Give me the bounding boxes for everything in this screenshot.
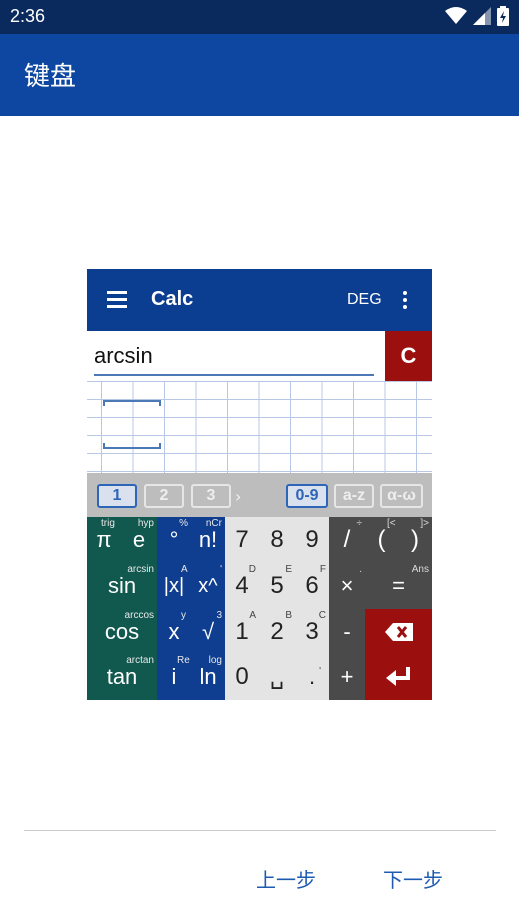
key-9[interactable]: 9 [295, 517, 329, 563]
key-7[interactable]: 7 [225, 517, 259, 563]
tab-3[interactable]: 3 [191, 484, 231, 508]
key-sqrt[interactable]: √ 3 [191, 609, 225, 654]
key-sin[interactable]: sin arcsin [87, 563, 157, 609]
key-imaginary[interactable]: i Re [157, 654, 191, 700]
enter-icon [385, 667, 410, 686]
key-2[interactable]: 2B [259, 609, 295, 654]
key-decimal[interactable]: . ' [295, 654, 329, 700]
key-3[interactable]: 3C [295, 609, 329, 654]
key-backspace[interactable] [365, 609, 432, 654]
key-e[interactable]: e hyp [121, 517, 157, 563]
key-x[interactable]: xy [157, 609, 191, 654]
tabs-arrow-icon: › [235, 487, 242, 506]
key-left-paren[interactable]: ([< [365, 517, 398, 563]
key-ln[interactable]: ln log [191, 654, 225, 700]
keypad: π trig e hyp °% n! nCr 7 8 9 /÷ ([< )]> sin… [87, 517, 432, 700]
key-divide[interactable]: / ÷ [329, 517, 365, 563]
battery-icon [497, 6, 509, 26]
key-tan[interactable]: tan arctan [87, 654, 157, 700]
key-5[interactable]: 5E [259, 563, 295, 609]
bottom-divider [24, 830, 496, 831]
key-right-paren[interactable]: )]> [398, 517, 432, 563]
status-icons [445, 6, 509, 26]
tab-digits[interactable]: 0-9 [286, 484, 328, 508]
next-step-button[interactable]: 下一步 [383, 864, 443, 893]
status-bar: 2:36 [0, 0, 519, 34]
menu-icon[interactable] [107, 291, 127, 309]
key-plus[interactable]: + [329, 654, 365, 700]
clear-button[interactable]: C [385, 331, 432, 381]
more-options-icon[interactable] [403, 291, 409, 311]
calculator-preview: Calc DEG arcsin C 1 2 3 › 0-9 a-z α-ω πt… [87, 269, 432, 700]
key-equals[interactable]: = Ans [365, 563, 432, 609]
key-abs[interactable]: |x| A [157, 563, 191, 609]
calc-title: Calc [151, 288, 194, 310]
wifi-icon [445, 7, 467, 24]
app-bar: 键盘 [0, 34, 519, 116]
previous-step-button[interactable]: 上一步 [256, 864, 316, 893]
tab-1[interactable]: 1 [97, 484, 137, 508]
key-factorial[interactable]: n! nCr [191, 517, 225, 563]
key-cos[interactable]: cos arccos [87, 609, 157, 654]
key-6[interactable]: 6F [295, 563, 329, 609]
key-4[interactable]: 4D [225, 563, 259, 609]
key-multiply[interactable]: ×. [329, 563, 365, 609]
tab-greek[interactable]: α-ω [380, 484, 423, 508]
angle-mode-button[interactable]: DEG [347, 291, 382, 309]
calc-toolbar: Calc DEG [87, 269, 432, 331]
backspace-icon [384, 622, 413, 641]
page-title: 键盘 [24, 62, 77, 92]
input-underline [94, 374, 374, 376]
signal-icon [473, 7, 491, 25]
tab-letters[interactable]: a-z [334, 484, 374, 508]
key-minus[interactable]: - [329, 609, 365, 654]
key-0[interactable]: 0 [225, 654, 259, 700]
status-time: 2:36 [10, 6, 46, 26]
key-enter[interactable] [365, 654, 432, 700]
key-pi[interactable]: π trig [87, 517, 121, 563]
expression-input[interactable]: arcsin C [87, 331, 432, 381]
keyboard-tabs: 1 2 3 › 0-9 a-z α-ω [87, 473, 432, 517]
key-1[interactable]: 1A [225, 609, 259, 654]
key-8[interactable]: 8 [259, 517, 295, 563]
key-space[interactable]: ␣ [259, 654, 295, 700]
expression-text: arcsin [94, 343, 153, 368]
tab-2[interactable]: 2 [144, 484, 184, 508]
key-power[interactable]: x^ ' [191, 563, 225, 609]
key-degree[interactable]: °% [157, 517, 191, 563]
input-placeholder-box [103, 400, 161, 449]
